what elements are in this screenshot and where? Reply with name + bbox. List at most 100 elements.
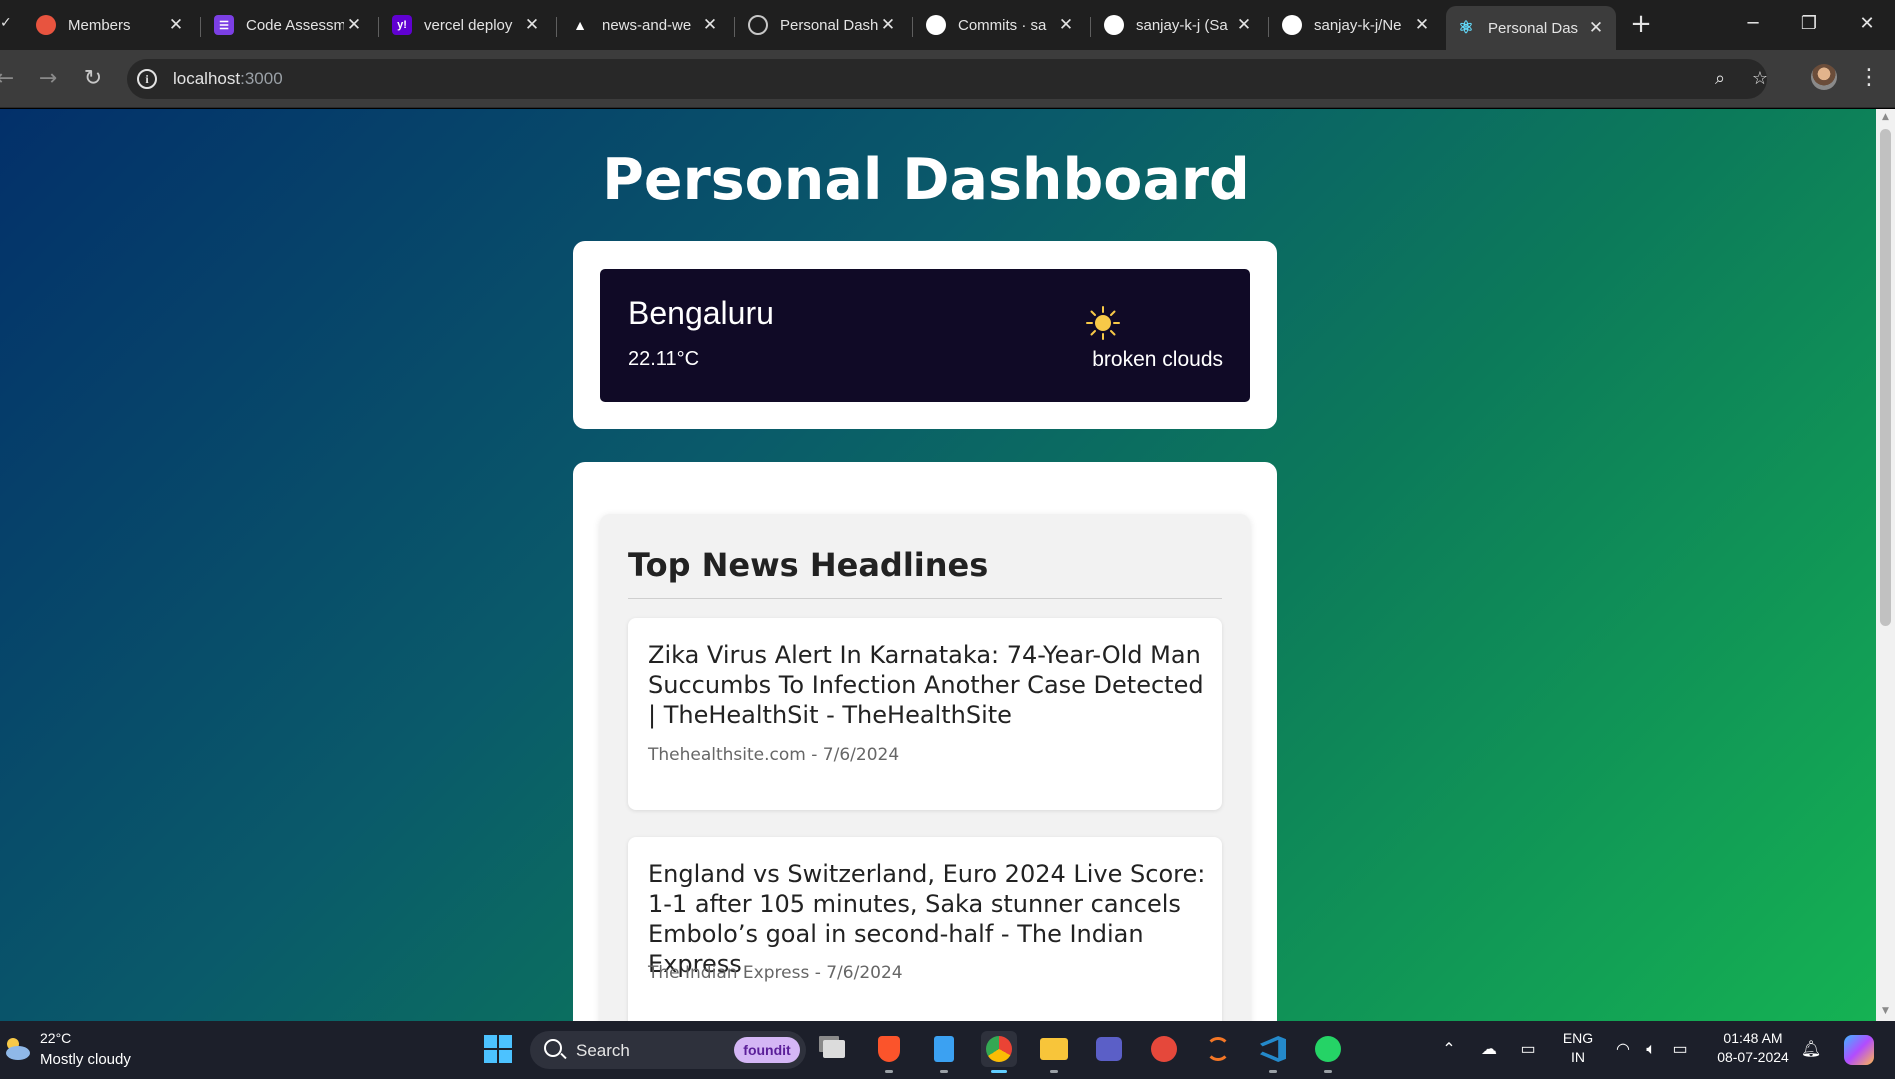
github-icon xyxy=(926,15,946,35)
tab-title: Personal Das xyxy=(1488,19,1579,37)
tab-close-icon[interactable]: ✕ xyxy=(1056,15,1076,35)
article-title[interactable]: Zika Virus Alert In Karnataka: 74-Year-O… xyxy=(648,640,1208,730)
tab-personal-dashboard-1[interactable]: Personal Dash ✕ xyxy=(738,6,908,44)
jupyter-icon[interactable] xyxy=(1200,1031,1236,1067)
tab-close-icon[interactable]: ✕ xyxy=(878,15,898,35)
weather-city: Bengaluru xyxy=(628,295,774,331)
scrollbar-thumb[interactable] xyxy=(1880,129,1891,626)
bookmark-star-icon[interactable]: ☆ xyxy=(1748,67,1772,91)
back-arrow-icon[interactable]: ← xyxy=(0,64,20,94)
taskbar-weather-temp[interactable]: 22°C xyxy=(40,1030,71,1046)
tab-title: sanjay-k-j/Ne xyxy=(1314,16,1402,34)
article-title[interactable]: England vs Switzerland, Euro 2024 Live S… xyxy=(648,859,1208,979)
tab-news-and-weather[interactable]: ▲ news-and-we ✕ xyxy=(560,6,730,44)
onedrive-icon[interactable]: ☁ xyxy=(1478,1039,1500,1061)
new-tab-button[interactable]: + xyxy=(1627,10,1655,38)
zoom-icon[interactable]: ⌕ xyxy=(1708,67,1732,91)
copilot-icon[interactable] xyxy=(1844,1035,1874,1065)
globe-icon xyxy=(748,15,768,35)
url-text[interactable]: localhost:3000 xyxy=(173,69,283,89)
react-icon: ⚛ xyxy=(1458,18,1474,37)
brave-browser-icon[interactable] xyxy=(871,1031,907,1073)
tab-code-assessment[interactable]: ☰ Code Assessm ✕ xyxy=(204,6,374,44)
weather-panel: Bengaluru 22.11°C broken clouds xyxy=(600,269,1250,402)
reload-icon[interactable]: ↻ xyxy=(78,64,108,94)
tab-github-repo[interactable]: sanjay-k-j/Ne ✕ xyxy=(1272,6,1442,44)
tab-title: news-and-we xyxy=(602,16,692,34)
address-bar[interactable]: i localhost:3000 ⌕ ☆ xyxy=(127,59,1768,99)
github-icon xyxy=(1104,15,1124,35)
news-heading: Top News Headlines xyxy=(628,546,989,584)
tab-github-profile[interactable]: sanjay-k-j (Sa ✕ xyxy=(1094,6,1264,44)
tab-commits[interactable]: Commits · sa ✕ xyxy=(916,6,1086,44)
article-meta: Thehealthsite.com - 7/6/2024 xyxy=(648,745,900,765)
news-panel: Top News Headlines Zika Virus Alert In K… xyxy=(600,514,1250,1021)
heading-divider xyxy=(628,598,1222,599)
vscode-icon[interactable] xyxy=(1255,1031,1291,1073)
tab-strip: ✓ Members ✕ ☰ Code Assessm ✕ y! vercel d… xyxy=(0,0,1895,50)
tab-close-icon[interactable]: ✕ xyxy=(522,15,542,35)
tab-close-icon[interactable]: ✕ xyxy=(344,15,364,35)
tab-members[interactable]: Members ✕ xyxy=(26,6,196,44)
chevron-up-icon[interactable]: ⌃ xyxy=(1438,1039,1460,1061)
language-code: ENG xyxy=(1562,1030,1594,1046)
forward-arrow-icon[interactable]: → xyxy=(33,64,63,94)
tab-close-icon[interactable]: ✕ xyxy=(166,15,186,35)
news-article[interactable]: Zika Virus Alert In Karnataka: 74-Year-O… xyxy=(628,618,1222,810)
wifi-icon[interactable]: ◠ xyxy=(1612,1039,1634,1061)
tab-close-icon[interactable]: ✕ xyxy=(1586,18,1606,38)
scroll-up-icon[interactable]: ▲ xyxy=(1880,112,1891,122)
taskbar-weather-condition[interactable]: Mostly cloudy xyxy=(40,1051,131,1068)
tab-divider xyxy=(734,17,735,37)
mascot-icon xyxy=(36,15,56,35)
article-meta: The Indian Express - 7/6/2024 xyxy=(648,963,903,983)
tab-divider xyxy=(378,17,379,37)
menu-kebab-icon[interactable]: ⋮ xyxy=(1858,64,1880,92)
url-port: :3000 xyxy=(240,69,283,88)
restore-icon[interactable]: ❐ xyxy=(1797,12,1821,36)
page-viewport: Personal Dashboard Bengaluru 22.11°C bro… xyxy=(0,109,1876,1021)
language-indicator[interactable]: ENG IN xyxy=(1558,1030,1598,1065)
teams-icon[interactable] xyxy=(1091,1031,1127,1067)
tab-search-button[interactable]: ✓ xyxy=(0,15,14,35)
tab-close-icon[interactable]: ✕ xyxy=(1234,15,1254,35)
battery-icon[interactable]: ▭ xyxy=(1669,1039,1691,1061)
taskbar-search[interactable]: Search foundit xyxy=(530,1031,806,1069)
notification-bell-icon[interactable]: 🔔︎ xyxy=(1800,1039,1822,1061)
cloud-sun-icon xyxy=(6,1038,30,1060)
search-icon xyxy=(544,1039,562,1057)
github-icon xyxy=(1282,15,1302,35)
weather-description: broken clouds xyxy=(1092,348,1223,371)
task-view-icon[interactable] xyxy=(816,1031,852,1067)
notepad-icon[interactable] xyxy=(926,1031,962,1073)
windows-start-icon[interactable] xyxy=(480,1031,516,1067)
clock[interactable]: 01:48 AM 08-07-2024 xyxy=(1710,1030,1796,1065)
scroll-down-icon[interactable]: ▼ xyxy=(1880,1006,1891,1016)
news-article[interactable]: England vs Switzerland, Euro 2024 Live S… xyxy=(628,837,1222,1021)
search-highlight-badge[interactable]: foundit xyxy=(734,1037,800,1063)
tab-vercel-deploy[interactable]: y! vercel deploy ✕ xyxy=(382,6,552,44)
vercel-triangle-icon: ▲ xyxy=(573,17,587,33)
clock-time: 01:48 AM xyxy=(1723,1030,1783,1046)
tab-divider xyxy=(912,17,913,37)
chrome-icon[interactable] xyxy=(981,1031,1017,1073)
tab-title: Personal Dash xyxy=(780,16,878,34)
region-code: IN xyxy=(1571,1049,1585,1065)
tab-close-icon[interactable]: ✕ xyxy=(700,15,720,35)
whatsapp-icon[interactable] xyxy=(1310,1031,1346,1073)
yahoo-icon: y! xyxy=(392,15,412,35)
file-explorer-icon[interactable] xyxy=(1036,1031,1072,1073)
page-scrollbar[interactable]: ▲ ▼ xyxy=(1876,109,1895,1021)
browser-toolbar: ← → ↻ i localhost:3000 ⌕ ☆ ⋮ xyxy=(0,50,1895,108)
close-window-icon[interactable]: ✕ xyxy=(1855,12,1879,36)
tab-title: sanjay-k-j (Sa xyxy=(1136,16,1228,34)
news-card: Top News Headlines Zika Virus Alert In K… xyxy=(573,462,1277,1021)
minimize-icon[interactable]: ─ xyxy=(1741,12,1765,36)
volume-icon[interactable]: 🔈︎ xyxy=(1640,1039,1662,1061)
profile-avatar[interactable] xyxy=(1811,64,1837,90)
display-icon[interactable]: ▭ xyxy=(1517,1039,1539,1061)
tab-personal-dashboard-active[interactable]: ⚛ Personal Das ✕ xyxy=(1446,6,1616,50)
tab-close-icon[interactable]: ✕ xyxy=(1412,15,1432,35)
wps-office-icon[interactable] xyxy=(1146,1031,1182,1067)
site-info-icon[interactable]: i xyxy=(137,69,157,89)
